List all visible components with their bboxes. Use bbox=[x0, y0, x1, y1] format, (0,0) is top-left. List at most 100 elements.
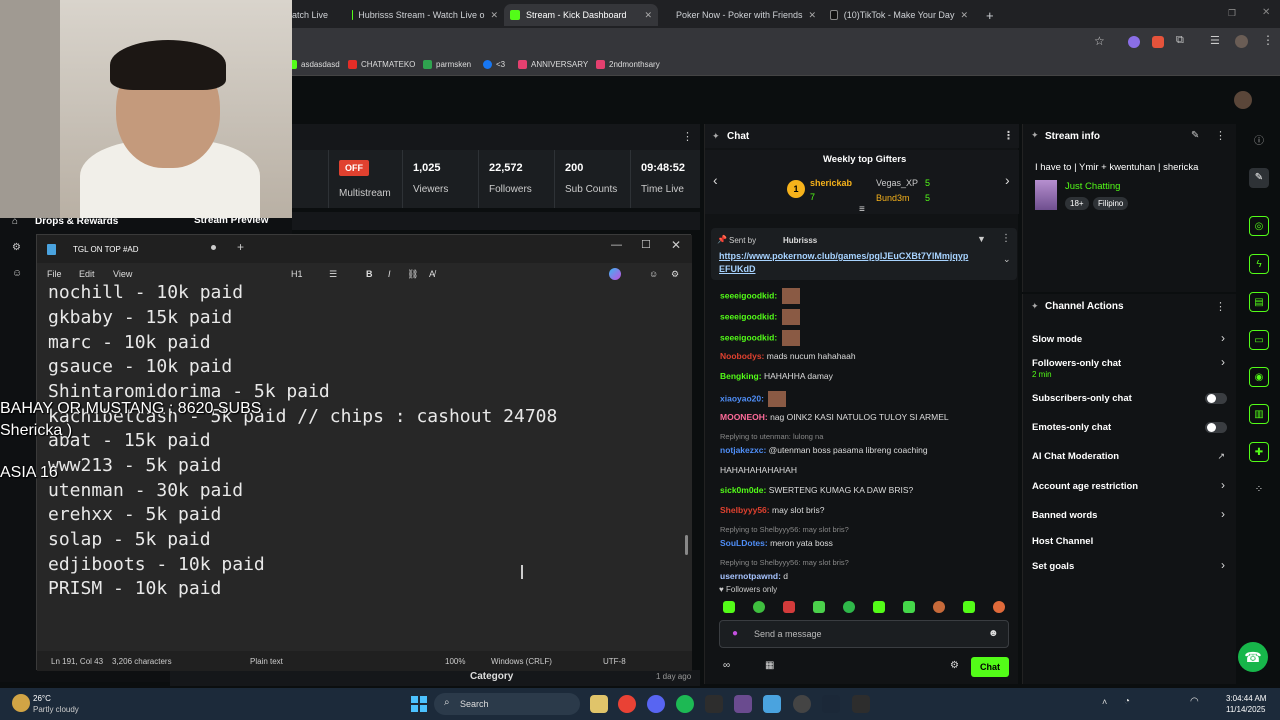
close-icon[interactable]: ✕ bbox=[484, 10, 498, 21]
action-slow-mode[interactable]: Slow mode › bbox=[1023, 331, 1237, 356]
settings-icon[interactable]: ⚙ bbox=[950, 660, 959, 671]
extension-icon[interactable] bbox=[1128, 36, 1140, 48]
menu-edit[interactable]: Edit bbox=[79, 269, 95, 279]
bookmark-item[interactable]: <3 bbox=[483, 60, 505, 69]
action-emotes-only-chat[interactable]: Emotes-only chat bbox=[1023, 422, 1237, 444]
action-ai-chat-moderation[interactable]: AI Chat Moderation ↗ bbox=[1023, 451, 1237, 473]
emote-icon[interactable] bbox=[873, 601, 885, 613]
format-label[interactable]: Plain text bbox=[250, 657, 283, 666]
chevron-right-icon[interactable]: › bbox=[1005, 172, 1010, 188]
app-icon[interactable] bbox=[705, 695, 723, 713]
wrench-icon[interactable]: ✚ bbox=[1249, 442, 1269, 462]
pinned-link[interactable]: EFUKdD bbox=[719, 264, 756, 274]
kick-points-icon[interactable]: ∞ bbox=[723, 660, 730, 671]
discord-icon[interactable] bbox=[647, 695, 665, 713]
italic-icon[interactable]: I bbox=[388, 269, 391, 279]
action-set-goals[interactable]: Set goals › bbox=[1023, 558, 1237, 583]
taskbar-search[interactable]: ⌕ Search bbox=[434, 693, 580, 715]
pin-icon[interactable]: ▼ bbox=[977, 234, 986, 244]
tab-tiktok[interactable]: (10)TikTok - Make Your Day ✕ bbox=[824, 4, 974, 26]
toggle-switch[interactable] bbox=[1205, 422, 1227, 433]
edit-icon[interactable]: ✎ bbox=[1249, 168, 1269, 188]
action-subscribers-only-chat[interactable]: Subscribers-only chat bbox=[1023, 393, 1237, 415]
microphone-icon[interactable]: ● bbox=[732, 628, 738, 639]
puzzle-icon[interactable]: ⧉ bbox=[1176, 34, 1184, 47]
tab-watch-live[interactable]: atch Live bbox=[286, 4, 346, 26]
obs-icon[interactable] bbox=[734, 695, 752, 713]
chevron-down-icon[interactable]: ⌄ bbox=[1003, 254, 1011, 265]
close-icon[interactable]: ✕ bbox=[803, 10, 817, 21]
kebab-menu-icon[interactable]: ⋮ bbox=[1215, 129, 1226, 142]
new-tab-button[interactable]: + bbox=[980, 4, 1000, 26]
app-icon[interactable] bbox=[852, 695, 870, 713]
file-explorer-icon[interactable] bbox=[590, 695, 608, 713]
send-chat-button[interactable]: Chat bbox=[971, 657, 1009, 677]
gifter-name[interactable]: Vegas_XP bbox=[876, 178, 918, 188]
chat-username[interactable]: Noobodys: bbox=[720, 351, 764, 361]
chat-input[interactable]: ● Send a message ☻ bbox=[719, 620, 1009, 648]
chat-username[interactable]: seeeigoodkid: bbox=[720, 332, 777, 342]
scrollbar[interactable] bbox=[685, 535, 688, 555]
action-banned-words[interactable]: Banned words › bbox=[1023, 507, 1237, 532]
action-followers-only-chat[interactable]: Followers-only chat 2 min › bbox=[1023, 355, 1237, 380]
menu-file[interactable]: File bbox=[47, 269, 62, 279]
weather-icon[interactable] bbox=[12, 694, 30, 712]
gifter-name[interactable]: Bund3m bbox=[876, 193, 910, 203]
app-icon[interactable] bbox=[793, 695, 811, 713]
pinned-link[interactable]: https://www.pokernow.club/games/pglJEuCX… bbox=[719, 251, 968, 261]
network-icon[interactable]: ◔ bbox=[1124, 696, 1130, 707]
pinned-by-user[interactable]: Hubrisss bbox=[783, 236, 817, 245]
emote-icon[interactable] bbox=[783, 601, 795, 613]
category-name[interactable]: Just Chatting bbox=[1065, 181, 1120, 192]
kebab-menu-icon[interactable]: ⋮ bbox=[682, 130, 693, 143]
close-icon[interactable]: ✕ bbox=[671, 238, 681, 252]
minimize-icon[interactable]: — bbox=[611, 239, 622, 251]
bookmark-item[interactable]: ANNIVERSARY bbox=[518, 60, 588, 69]
settings-icon[interactable]: ⚙ bbox=[671, 269, 679, 280]
emote-icon[interactable] bbox=[753, 601, 765, 613]
notepad-tab-title[interactable]: TGL ON TOP #AD bbox=[73, 245, 139, 254]
bookmark-item[interactable]: parmsken bbox=[423, 60, 471, 69]
tab-kick-dashboard[interactable]: Stream - Kick Dashboard ✕ bbox=[504, 4, 658, 26]
bookmark-item[interactable]: 2ndmonthsary bbox=[596, 60, 660, 69]
new-tab-button[interactable]: + bbox=[237, 240, 244, 254]
bookmark-item[interactable]: asdasdasd bbox=[288, 60, 340, 69]
notepad-icon[interactable] bbox=[763, 695, 781, 713]
close-icon[interactable]: ✕ bbox=[954, 10, 968, 21]
star-icon[interactable]: ☆ bbox=[1094, 34, 1105, 48]
store-icon[interactable]: ▦ bbox=[765, 660, 774, 671]
chat-username[interactable]: Shelbyyy56: bbox=[720, 505, 770, 515]
kebab-menu-icon[interactable]: ⋮ bbox=[1262, 33, 1274, 47]
account-icon[interactable]: ☺ bbox=[649, 269, 658, 279]
link-icon[interactable]: ⛓ bbox=[407, 269, 418, 280]
chat-username[interactable]: SouLDotes: bbox=[720, 538, 768, 548]
clear-format-icon[interactable]: A̸ bbox=[429, 269, 435, 279]
chat-username[interactable]: seeeigoodkid: bbox=[720, 311, 777, 321]
support-icon[interactable]: ☎ bbox=[1238, 642, 1268, 672]
action-account-age-restriction[interactable]: Account age restriction › bbox=[1023, 478, 1237, 503]
avatar[interactable] bbox=[1234, 91, 1252, 109]
restore-icon[interactable]: ❐ bbox=[1228, 8, 1236, 19]
clipboard-icon[interactable]: ▤ bbox=[1249, 292, 1269, 312]
menu-list-icon[interactable]: ☰ bbox=[1210, 34, 1220, 47]
chat-username[interactable]: notjakezxc: bbox=[720, 445, 766, 455]
chrome-icon[interactable] bbox=[618, 695, 636, 713]
windows-start-icon[interactable] bbox=[411, 696, 427, 712]
wifi-icon[interactable]: ◠ bbox=[1190, 696, 1199, 707]
emote-icon[interactable] bbox=[963, 601, 975, 613]
heading-dropdown[interactable]: H1 bbox=[291, 269, 303, 279]
menu-view[interactable]: View bbox=[113, 269, 132, 279]
zoom-level[interactable]: 100% bbox=[445, 657, 465, 666]
edit-icon[interactable]: ✎ bbox=[1191, 130, 1199, 141]
kebab-menu-icon[interactable]: ⋮ bbox=[1003, 129, 1014, 142]
chat-bubble-icon[interactable]: ▭ bbox=[1249, 330, 1269, 350]
notepad-text-area[interactable]: nochill - 10k paid gkbaby - 15k paid mar… bbox=[37, 282, 692, 651]
gifter-name[interactable]: sherickab bbox=[810, 178, 852, 188]
emote-icon[interactable] bbox=[993, 601, 1005, 613]
chevron-up-icon[interactable]: ˄ bbox=[1102, 697, 1107, 707]
toggle-switch[interactable] bbox=[1205, 393, 1227, 404]
target-icon[interactable]: ◎ bbox=[1249, 216, 1269, 236]
spotify-icon[interactable] bbox=[676, 695, 694, 713]
tab-poker-now[interactable]: Poker Now - Poker with Friends ✕ bbox=[664, 4, 820, 26]
close-icon[interactable]: ✕ bbox=[638, 10, 652, 21]
